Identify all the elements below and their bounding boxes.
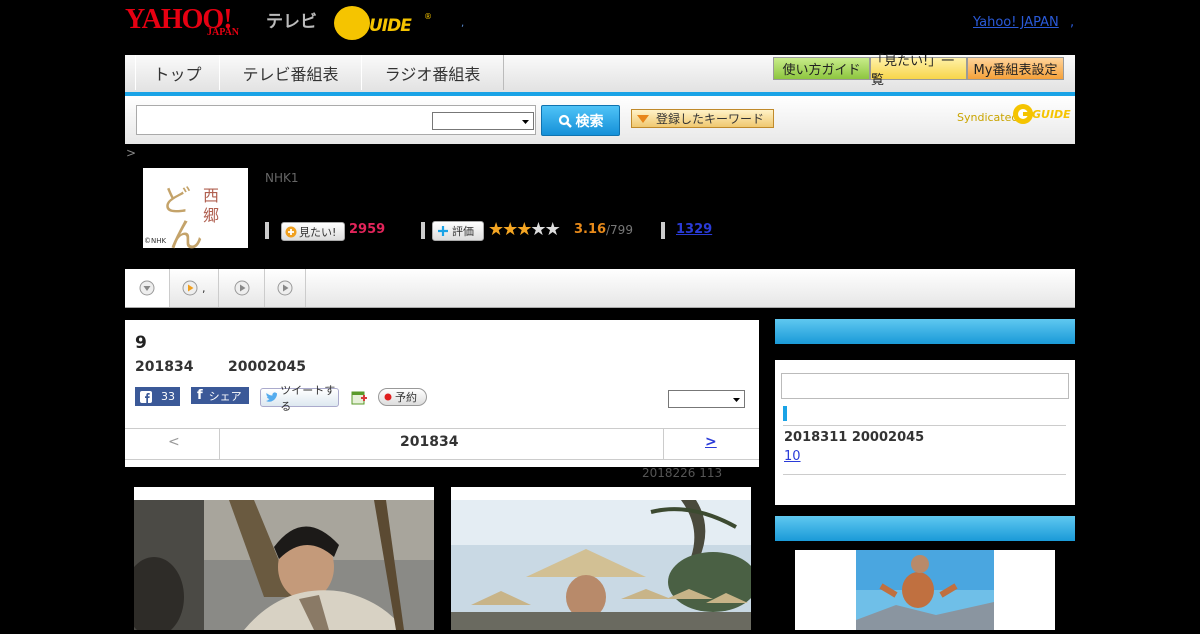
breadcrumb[interactable]: > (126, 146, 136, 160)
yahoo-japan-link[interactable]: Yahoo! JAPAN (973, 15, 1059, 30)
star-icon: ★ (502, 219, 518, 240)
pager-divider (219, 429, 220, 459)
rate-label: 評価 (452, 225, 474, 238)
rating-score: 3.16 (574, 222, 607, 237)
record-icon (384, 393, 392, 401)
registered-keywords-button[interactable]: 登録したキーワード (631, 109, 774, 128)
gguide-registered-mark: ® (424, 12, 432, 21)
facebook-share-button[interactable]: f シェア (191, 387, 249, 404)
tab-overview[interactable] (125, 269, 170, 307)
facebook-like-count: 33 (161, 390, 175, 403)
pager-divider (663, 429, 664, 459)
tab-radio-schedule[interactable]: ラジオ番組表 (361, 55, 504, 90)
tab-tv-schedule[interactable]: テレビ番組表 (219, 55, 362, 90)
program-tabs: , (125, 269, 1075, 308)
reserve-recording-button[interactable]: 予約 (378, 388, 427, 406)
tab-cast[interactable] (220, 269, 265, 307)
chevron-down-icon (522, 120, 529, 124)
play-icon (234, 280, 250, 296)
tv-logo-text: テレビ (266, 12, 317, 32)
facebook-share-label: シェア (208, 389, 242, 403)
search-category-select[interactable] (432, 112, 534, 130)
facebook-icon (140, 390, 152, 403)
search-button-label: 検索 (575, 113, 604, 130)
sidebar-box2-header (775, 516, 1075, 541)
thumb-credit: ©NHK (144, 237, 167, 245)
divider (265, 222, 269, 239)
episode-select[interactable] (668, 390, 745, 408)
tweet-button[interactable]: ツイートする (260, 384, 339, 413)
episode-photo[interactable] (134, 487, 434, 630)
search-button[interactable]: 検索 (541, 105, 620, 136)
want-count: 2959 (349, 222, 386, 237)
divider (783, 474, 1066, 475)
want-to-watch-button[interactable]: 見たい! (281, 222, 345, 241)
syndicated-label: Syndicated (957, 111, 1019, 124)
next-episode-link[interactable]: > (705, 434, 717, 450)
episode-meta: 2018226 113 (642, 466, 723, 480)
divider (421, 222, 425, 239)
rating-stars: ★★★★★ (488, 219, 561, 240)
main-nav: トップ テレビ番組表 ラジオ番組表 使い方ガイド 「見たい!」一覧 My番組表設… (125, 54, 1075, 96)
twitter-bird-icon (266, 391, 278, 402)
divider (661, 222, 665, 239)
star-icon: ★ (488, 219, 504, 240)
sidebar-input[interactable] (781, 373, 1069, 399)
syndicated-gguide-logo: GUIDE (1012, 102, 1071, 126)
facebook-like-button[interactable]: 33 (135, 387, 180, 406)
sidebar-item-text: 2018311 20002045 (784, 430, 925, 445)
header-separator: , (461, 18, 465, 29)
thumb-char-n: ん (169, 216, 203, 256)
tweet-label: ツイートする (280, 383, 336, 413)
pager-current-date: 201834 (400, 434, 459, 450)
down-arrow-icon (139, 280, 155, 296)
sidebar-item-link[interactable]: 10 (784, 449, 847, 464)
episode-number: 9 (135, 333, 147, 353)
guide-button[interactable]: 使い方ガイド (773, 57, 870, 80)
rating-count: /799 (606, 223, 633, 237)
plus-icon (438, 226, 448, 236)
play-icon (277, 280, 293, 296)
sidebar-box-subheader (775, 344, 1075, 360)
facebook-icon: f (197, 388, 203, 403)
review-count-link[interactable]: 1329 (676, 222, 712, 237)
channel-name: NHK1 (265, 171, 299, 185)
sidebar-banner-image[interactable] (856, 550, 994, 630)
reserve-label: 予約 (395, 391, 417, 404)
prev-episode-link[interactable]: < (168, 434, 180, 450)
play-icon (182, 280, 198, 296)
sidebar-box-header (775, 319, 1075, 344)
chevron-down-icon (733, 398, 740, 402)
tab-episodes-label: , (202, 281, 206, 295)
program-thumbnail[interactable]: ど ん 西 郷 ©NHK (143, 168, 248, 256)
my-schedule-settings-button[interactable]: My番組表設定 (967, 57, 1064, 80)
star-icon: ★ (544, 219, 561, 240)
thumb-char-go: 郷 (203, 206, 220, 225)
gguide-logo[interactable]: GUIDE (356, 16, 412, 36)
registered-keywords-label: 登録したキーワード (656, 112, 765, 126)
rate-button[interactable]: 評価 (432, 221, 484, 241)
tab-episodes[interactable]: , (170, 269, 219, 307)
header-trailing-separator: , (1070, 15, 1075, 30)
sidebar-section-marker (783, 406, 787, 421)
sidebar-item-link-label: 10 (784, 449, 801, 464)
tab-top[interactable]: トップ (135, 55, 220, 90)
add-to-calendar-icon[interactable] (351, 389, 367, 405)
want-list-button[interactable]: 「見たい!」一覧 (870, 54, 967, 88)
episode-photo[interactable] (451, 487, 751, 630)
syndicated-gguide-text: GUIDE (1032, 108, 1071, 121)
star-icon: ★ (530, 219, 546, 240)
divider (783, 425, 1066, 426)
want-to-watch-label: 見たい! (299, 225, 337, 239)
triangle-down-icon (637, 114, 649, 123)
search-icon (558, 114, 572, 128)
star-icon: ★ (516, 219, 532, 240)
episode-id: 20002045 (228, 359, 306, 375)
plus-icon (285, 226, 297, 237)
episode-date: 201834 (135, 359, 194, 375)
yahoo-logo-japan: JAPAN (207, 27, 240, 38)
tab-reviews[interactable] (265, 269, 306, 307)
